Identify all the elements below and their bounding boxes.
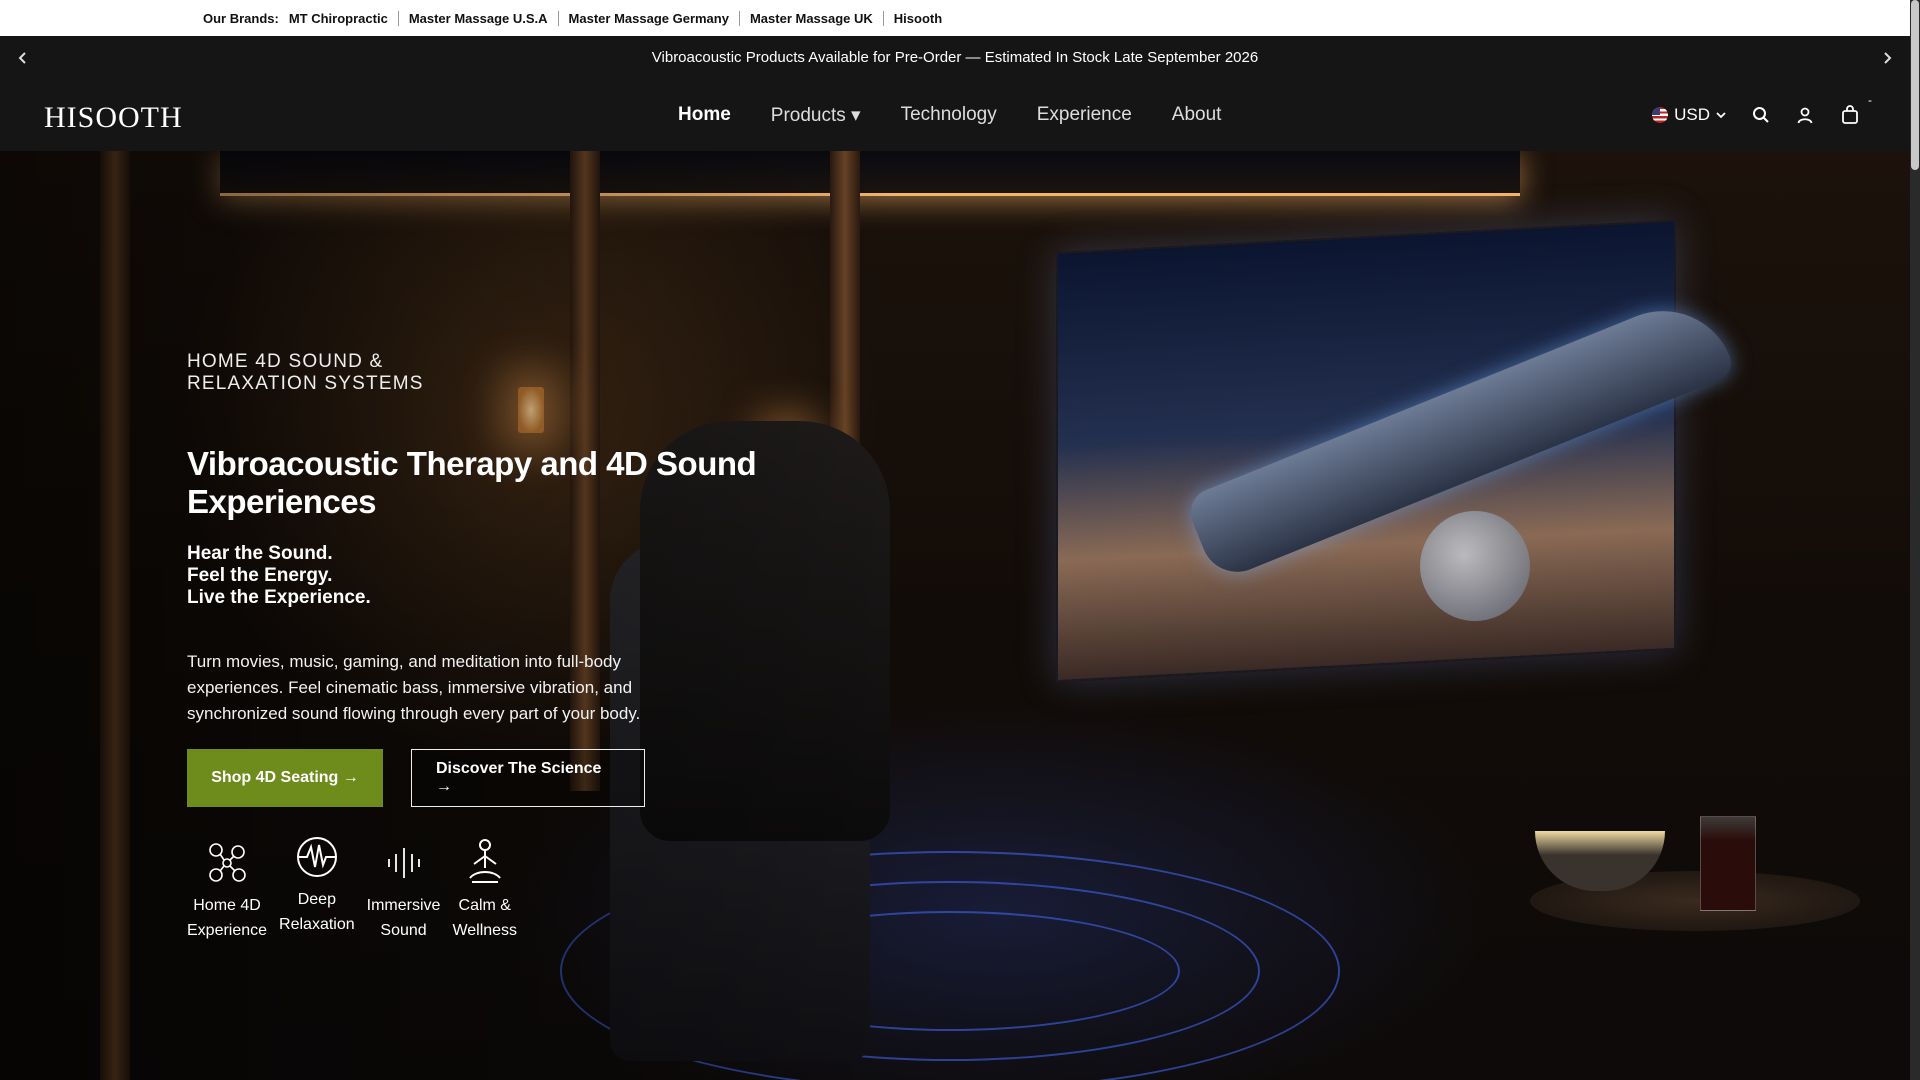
search-icon[interactable] [1752, 106, 1770, 124]
account-icon[interactable] [1796, 106, 1814, 124]
announcement-bar: Vibroacoustic Products Available for Pre… [0, 36, 1910, 79]
chevron-down-icon [1716, 111, 1726, 119]
hero-description: Turn movies, music, gaming, and meditati… [187, 652, 641, 723]
feature-home-4d: Home 4D Experience [187, 835, 267, 943]
us-flag-icon [1652, 107, 1669, 123]
nav-experience[interactable]: Experience [1037, 104, 1132, 126]
hero-image-drink [1700, 816, 1756, 911]
hero-ctas: Shop 4D Seating → Discover The Science → [187, 749, 947, 807]
announcement-text: Vibroacoustic Products Available for Pre… [651, 49, 1259, 66]
currency-label: USD [1674, 105, 1710, 124]
hero-headline: Vibroacoustic Therapy and 4D Sound Exper… [187, 445, 757, 520]
hero-taglines: Hear the Sound. Feel the Energy. Live th… [187, 543, 947, 609]
shop-4d-seating-button[interactable]: Shop 4D Seating → [187, 749, 383, 807]
feature-immersive-sound: Immersive Sound [366, 835, 441, 943]
feature-label: Deep [297, 891, 336, 908]
hero-content: HOME 4D SOUND & RELAXATION SYSTEMS Vibro… [187, 351, 947, 943]
hero-image-moon [1420, 511, 1530, 621]
feature-label: Experience [187, 922, 268, 939]
molecule-icon [187, 835, 267, 891]
cart-count: - [1868, 93, 1872, 107]
meditation-icon [452, 835, 517, 891]
feature-label: Calm & [458, 897, 511, 914]
page-scrollbar[interactable] [1910, 0, 1920, 1080]
nav-about[interactable]: About [1172, 104, 1222, 126]
currency-selector[interactable]: USD [1652, 105, 1726, 125]
brand-link-master-massage-uk[interactable]: Master Massage UK [738, 10, 883, 26]
feature-list: Home 4D Experience Deep Relaxation Immer… [187, 835, 947, 943]
nav-home[interactable]: Home [678, 104, 731, 126]
hero-eyebrow: HOME 4D SOUND & RELAXATION SYSTEMS [187, 351, 424, 394]
nav-products[interactable]: Products ▾ [771, 104, 861, 127]
header-tools: USD - [1652, 79, 1872, 151]
brand-link-hisooth[interactable]: Hisooth [882, 10, 952, 26]
brand-link-master-massage-usa[interactable]: Master Massage U.S.A [397, 10, 558, 26]
scrollbar-thumb[interactable] [1911, 0, 1919, 170]
chevron-left-icon[interactable] [8, 36, 38, 79]
site-logo[interactable]: HISOOTH [44, 101, 183, 135]
site-header: HISOOTH Home Products ▾ Technology Exper… [0, 79, 1910, 151]
tagline: Live the Experience. [187, 587, 371, 608]
feature-label: Home 4D [193, 897, 261, 914]
discover-science-button[interactable]: Discover The Science → [411, 749, 645, 807]
brand-link-master-massage-germany[interactable]: Master Massage Germany [557, 10, 739, 26]
feature-calm-wellness: Calm & Wellness [452, 835, 517, 943]
feature-label: Relaxation [279, 916, 355, 933]
soundwave-icon [367, 835, 441, 891]
chevron-right-icon[interactable] [1872, 36, 1902, 79]
hero-section: HOME 4D SOUND & RELAXATION SYSTEMS Vibro… [0, 151, 1910, 1080]
main-nav: Home Products ▾ Technology Experience Ab… [658, 79, 1241, 151]
cart-icon[interactable]: - [1840, 93, 1872, 125]
brand-link-mt-chiropractic[interactable]: MT Chiropractic [289, 11, 398, 26]
feature-label: Wellness [452, 922, 518, 939]
tagline: Feel the Energy. [187, 565, 333, 586]
brands-label: Our Brands: [203, 10, 279, 26]
feature-deep-relaxation: Deep Relaxation [279, 829, 355, 937]
feature-label: Sound [380, 922, 427, 939]
tagline: Hear the Sound. [187, 543, 333, 564]
feature-label: Immersive [366, 897, 441, 914]
nav-technology[interactable]: Technology [901, 104, 997, 126]
brands-bar: Our Brands: MT Chiropractic Master Massa… [0, 0, 1910, 36]
pulse-icon [279, 829, 355, 885]
